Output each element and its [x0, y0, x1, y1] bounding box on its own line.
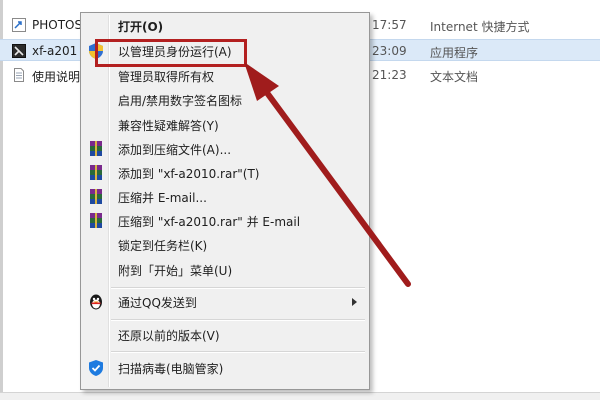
- menu-item-label: 通过QQ发送到: [118, 296, 197, 310]
- menu-item-open[interactable]: 打开(O): [83, 15, 367, 37]
- file-modified-time: 23:09: [372, 44, 407, 58]
- menu-item-label: 启用/禁用数字签名图标: [118, 94, 243, 108]
- menu-item-restore-previous-versions[interactable]: 还原以前的版本(V): [83, 324, 367, 346]
- file-modified-time: 21:23: [372, 68, 407, 82]
- menu-item-label: 还原以前的版本(V): [118, 329, 220, 343]
- menu-item-add-to-archive[interactable]: 添加到压缩文件(A)...: [83, 138, 367, 160]
- menu-item-label: 添加到 "xf-a2010.rar"(T): [118, 167, 260, 181]
- file-modified-time: 17:57: [372, 18, 407, 32]
- menu-item-label: 添加到压缩文件(A)...: [118, 143, 232, 157]
- menu-item-compress-and-email[interactable]: 压缩并 E-mail...: [83, 186, 367, 208]
- file-type: 文本文档: [430, 70, 479, 84]
- menu-separator: [111, 287, 365, 289]
- file-type: Internet 快捷方式: [430, 20, 530, 34]
- menu-item-add-to-rar[interactable]: 添加到 "xf-a2010.rar"(T): [83, 162, 367, 184]
- text-document-icon: [12, 68, 26, 82]
- menu-item-label: 扫描病毒(电脑管家): [118, 362, 224, 376]
- menu-item-label: 管理员取得所有权: [118, 70, 215, 84]
- shortcut-icon: [12, 18, 26, 32]
- context-menu: 打开(O) 以管理员身份运行(A) 管理员取得所有权 启用/禁用数字签名图标 兼…: [80, 12, 370, 390]
- file-name: 使用说明: [32, 70, 81, 84]
- menu-item-label: 兼容性疑难解答(Y): [118, 119, 219, 133]
- qq-penguin-icon: [87, 293, 105, 311]
- menu-separator: [111, 319, 365, 321]
- menu-item-label: 压缩并 E-mail...: [118, 191, 207, 205]
- file-name: xf-a201: [32, 44, 78, 58]
- menu-item-take-ownership[interactable]: 管理员取得所有权: [83, 65, 367, 87]
- menu-item-pin-to-taskbar[interactable]: 锁定到任务栏(K): [83, 234, 367, 256]
- window-frame-bottom: [0, 392, 600, 400]
- winrar-icon: [87, 188, 105, 206]
- menu-item-send-via-qq[interactable]: 通过QQ发送到: [83, 291, 367, 313]
- winrar-icon: [87, 140, 105, 158]
- menu-item-compress-rar-and-email[interactable]: 压缩到 "xf-a2010.rar" 并 E-mail: [83, 210, 367, 232]
- menu-item-label: 压缩到 "xf-a2010.rar" 并 E-mail: [118, 215, 301, 229]
- menu-item-label: 打开(O): [118, 20, 164, 34]
- menu-item-toggle-signature-icon[interactable]: 启用/禁用数字签名图标: [83, 89, 367, 111]
- menu-item-scan-virus[interactable]: 扫描病毒(电脑管家): [83, 357, 367, 379]
- winrar-icon: [87, 212, 105, 230]
- menu-item-label: 附到「开始」菜单(U): [118, 264, 233, 278]
- winrar-icon: [87, 164, 105, 182]
- menu-item-pin-to-start[interactable]: 附到「开始」菜单(U): [83, 259, 367, 281]
- application-icon: [12, 44, 26, 58]
- annotation-highlight-box: [95, 39, 247, 67]
- pc-manager-shield-icon: [87, 359, 105, 377]
- file-name: PHOTOS: [32, 18, 83, 32]
- menu-item-compatibility-troubleshoot[interactable]: 兼容性疑难解答(Y): [83, 114, 367, 136]
- menu-item-label: 锁定到任务栏(K): [118, 239, 208, 253]
- file-type: 应用程序: [430, 46, 479, 60]
- menu-separator: [111, 351, 365, 353]
- submenu-arrow-icon: [352, 298, 357, 306]
